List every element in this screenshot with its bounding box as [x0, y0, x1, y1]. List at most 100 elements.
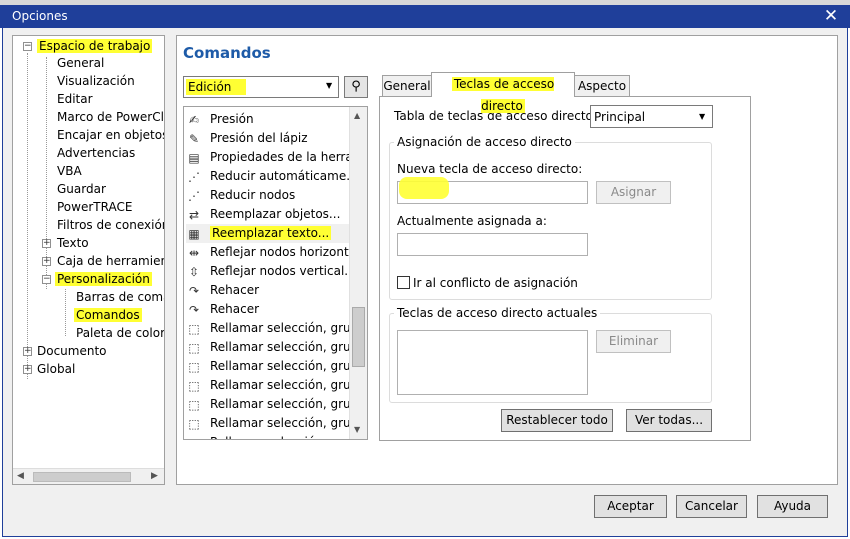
expand-icon[interactable]: + [23, 347, 32, 356]
tree-item-visualizacion[interactable]: Visualización [57, 73, 135, 90]
new-key-label: Nueva tecla de acceso directo: [397, 162, 583, 176]
redo-icon: ↷ [188, 302, 200, 317]
command-label: Reflejar nodos vertical... [210, 264, 349, 278]
accept-button[interactable]: Aceptar [594, 495, 667, 518]
command-list-item[interactable]: ⇹ Reflejar nodos horizont... [186, 243, 349, 262]
command-list-item[interactable]: ⇳ Reflejar nodos vertical... [186, 262, 349, 281]
command-list-item[interactable]: ✎ Presión del lápiz [186, 129, 349, 148]
tree-item-global[interactable]: Global [37, 361, 75, 378]
scroll-thumb[interactable] [33, 472, 131, 482]
window-title: Opciones [12, 9, 68, 23]
chevron-down-icon: ▼ [326, 81, 333, 90]
expand-icon[interactable]: + [42, 239, 51, 248]
title-bar [0, 5, 850, 28]
command-list-item[interactable]: ⬚ Rellamar selección, gru... [186, 376, 349, 395]
command-label: Reflejar nodos horizont... [210, 245, 349, 259]
shortcut-table-select[interactable]: Principal ▼ [590, 105, 713, 128]
command-list-item[interactable]: ⬚ Rellamar selección, gru... [186, 414, 349, 433]
command-label: Rellamar selección, gru... [210, 321, 349, 335]
replace-objects-icon: ⇄ [188, 207, 200, 222]
tree-item-documento[interactable]: Documento [37, 343, 107, 360]
tree-item-vba[interactable]: VBA [57, 163, 82, 180]
command-label: Reducir automáticame... [210, 169, 349, 183]
tree-horizontal-scrollbar[interactable]: ◀ ▶ [13, 468, 164, 484]
current-keys-group-title: Teclas de acceso directo actuales [394, 306, 601, 320]
tree-item-powertrace[interactable]: PowerTRACE [57, 199, 132, 216]
nodes-icon: ⋰ [188, 188, 200, 203]
tree-item-marco-powerclip[interactable]: Marco de PowerClip [57, 109, 164, 126]
command-list-item[interactable]: ⬚ Rellamar selección [186, 433, 349, 439]
assign-group-title: Asignación de acceso directo [394, 135, 575, 149]
redo-icon: ↷ [188, 283, 200, 298]
collapse-icon[interactable]: − [23, 42, 32, 51]
tree-item-paleta-colores[interactable]: Paleta de colores [76, 325, 164, 342]
command-list-scrollbar[interactable]: ▲ ▼ [349, 107, 367, 439]
current-keys-list[interactable] [397, 330, 588, 395]
command-list-item[interactable]: ⬚ Rellamar selección, gru... [186, 319, 349, 338]
tree-item-editar[interactable]: Editar [57, 91, 93, 108]
command-list-item[interactable]: ▦ Reemplazar texto... [186, 224, 349, 243]
command-list-item[interactable]: ▤ Propiedades de la herra... [186, 148, 349, 167]
tab-general[interactable]: General [382, 75, 432, 97]
reset-all-button[interactable]: Restablecer todo [501, 409, 613, 432]
tree-item-personalizacion[interactable]: Personalización [55, 271, 152, 288]
scroll-thumb[interactable] [352, 307, 365, 367]
scroll-down-icon[interactable]: ▼ [354, 425, 360, 434]
command-label: Reemplazar objetos... [210, 207, 341, 221]
expand-icon[interactable]: + [23, 365, 32, 374]
tree-item-guardar[interactable]: Guardar [57, 181, 106, 198]
command-list-item[interactable]: ⬚ Rellamar selección, gru... [186, 395, 349, 414]
tree-item-barras-comandos[interactable]: Barras de comandos [76, 289, 164, 306]
command-list-item[interactable]: ⬚ Rellamar selección, gru... [186, 357, 349, 376]
chevron-down-icon: ▼ [699, 112, 706, 121]
tree-item-filtros[interactable]: Filtros de conexión [57, 217, 164, 234]
pencil-icon: ✎ [188, 131, 200, 146]
nodes-icon: ⋰ [188, 169, 200, 184]
close-icon[interactable]: ✕ [820, 5, 842, 27]
tab-aspecto[interactable]: Aspecto [574, 75, 630, 97]
command-label: Rellamar selección, gru... [210, 340, 349, 354]
category-select[interactable]: Edición ▼ [183, 76, 339, 98]
recall-selection-icon: ⬚ [188, 340, 200, 355]
command-label: Presión del lápiz [210, 131, 308, 145]
tree-item-espacio-de-trabajo[interactable]: Espacio de trabajo [37, 38, 153, 55]
command-list-item[interactable]: ⇄ Reemplazar objetos... [186, 205, 349, 224]
scroll-left-icon[interactable]: ◀ [17, 471, 24, 481]
command-label: Rellamar selección, gru... [210, 359, 349, 373]
tool-properties-icon: ▤ [188, 150, 200, 165]
tab-teclas-acceso-directo[interactable]: Teclas de acceso directo [431, 72, 575, 113]
cancel-button[interactable]: Cancelar [676, 495, 747, 518]
shortcut-table-value: Principal [594, 110, 646, 124]
expand-icon[interactable]: + [42, 257, 51, 266]
command-list-item[interactable]: ⬚ Rellamar selección, gru... [186, 338, 349, 357]
command-label: Reducir nodos [210, 188, 296, 202]
command-list[interactable]: ✍ Presión ✎ Presión del lápiz ▤ Propiedades d… [183, 106, 368, 440]
scroll-right-icon[interactable]: ▶ [151, 471, 158, 481]
scroll-up-icon[interactable]: ▲ [354, 111, 360, 120]
tree-item-caja-herramientas[interactable]: Caja de herramientas [57, 253, 164, 270]
conflict-label: Ir al conflicto de asignación [413, 276, 578, 290]
command-label: Rellamar selección, gru... [210, 378, 349, 392]
command-list-item[interactable]: ⋰ Reducir automáticame... [186, 167, 349, 186]
command-label: Rellamar selección [210, 435, 323, 439]
tree-item-comandos[interactable]: Comandos [74, 307, 142, 324]
recall-selection-icon: ⬚ [188, 321, 200, 336]
conflict-checkbox[interactable] [397, 276, 410, 289]
collapse-icon[interactable]: − [42, 275, 51, 284]
find-command-button[interactable]: ⚲ [344, 76, 368, 98]
tree-item-texto[interactable]: Texto [57, 235, 89, 252]
tree-item-encajar[interactable]: Encajar en objetos [57, 127, 164, 144]
tree-item-general[interactable]: General [57, 55, 104, 72]
command-list-item[interactable]: ↷ Rehacer [186, 281, 349, 300]
command-list-item[interactable]: ⋰ Reducir nodos [186, 186, 349, 205]
command-label: Reemplazar texto... [210, 226, 332, 240]
view-all-button[interactable]: Ver todas... [626, 409, 712, 432]
assign-button[interactable]: Asignar [596, 181, 671, 204]
command-list-item[interactable]: ✍ Presión [186, 110, 349, 129]
delete-button[interactable]: Eliminar [596, 330, 671, 353]
help-button[interactable]: Ayuda [757, 495, 828, 518]
command-list-item[interactable]: ↷ Rehacer [186, 300, 349, 319]
tree-item-advertencias[interactable]: Advertencias [57, 145, 135, 162]
category-value: Edición [186, 79, 246, 95]
highlight-mark [399, 177, 449, 199]
